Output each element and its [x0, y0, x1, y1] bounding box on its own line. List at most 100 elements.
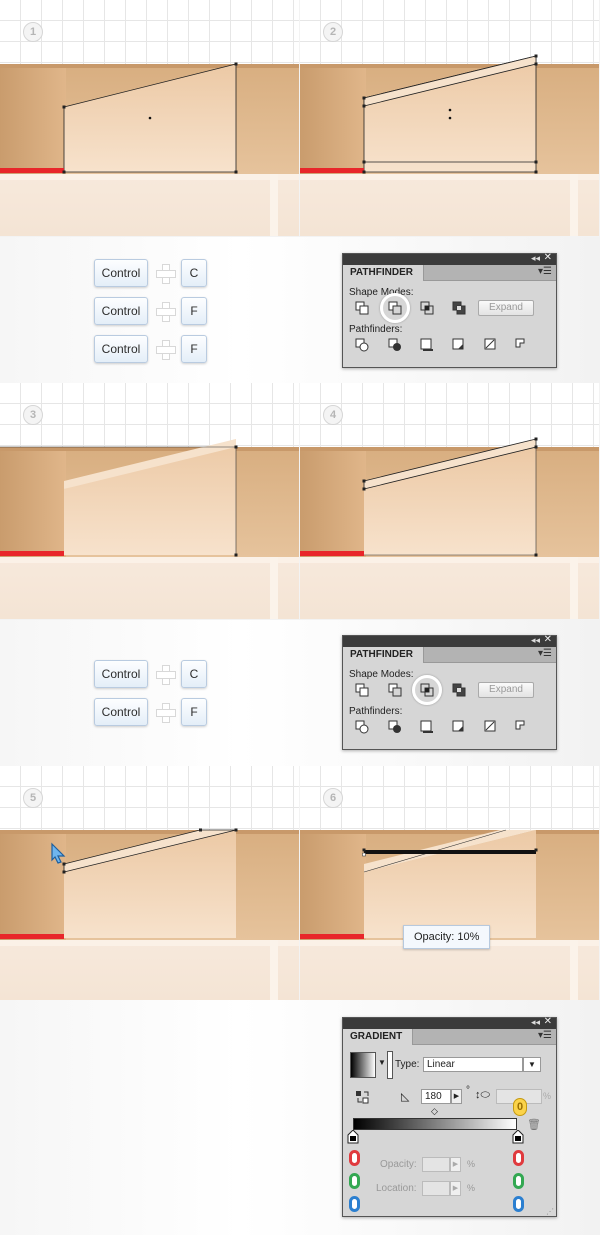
letter-key: C — [181, 660, 207, 688]
gradient-stop-right[interactable] — [512, 1130, 524, 1144]
collapse-icon[interactable]: ◂◂ — [531, 1017, 540, 1028]
midpoint-diamond-icon[interactable]: ◇ — [431, 1106, 438, 1117]
panel-menu-icon[interactable]: ▾☰ — [538, 266, 552, 277]
merge-icon[interactable] — [420, 720, 434, 734]
green-zero-marker — [349, 1173, 360, 1189]
degree-symbol: ° — [466, 1085, 470, 1096]
close-icon[interactable]: ✕ — [544, 634, 552, 645]
plus-icon — [156, 703, 176, 723]
letter-key: F — [181, 335, 207, 363]
intersect-icon[interactable] — [420, 301, 434, 315]
plus-icon — [156, 264, 176, 284]
opacity-input — [422, 1157, 450, 1172]
panel-titlebar[interactable]: ◂◂ ✕ — [343, 634, 556, 647]
step-1-canvas: 1 — [0, 0, 299, 236]
step-6-canvas: Opacity: 10% 6 — [300, 766, 599, 1002]
resize-grip-icon[interactable]: ⋰ — [546, 1207, 554, 1216]
collapse-icon[interactable]: ◂◂ — [531, 635, 540, 646]
panel-tab-row: GRADIENT ▾☰ — [343, 1029, 556, 1045]
blue-zero-marker — [349, 1196, 360, 1212]
merge-icon[interactable] — [420, 338, 434, 352]
crop-icon[interactable] — [452, 720, 466, 734]
pathfinder-tab[interactable]: PATHFINDER — [343, 265, 424, 281]
opacity-percent: % — [467, 1159, 476, 1169]
step-number-badge: 1 — [23, 22, 43, 42]
type-label: Type: — [395, 1059, 420, 1070]
minus-back-icon[interactable] — [515, 720, 529, 734]
crop-icon[interactable] — [452, 338, 466, 352]
location-label: Location: — [376, 1183, 417, 1194]
unite-icon[interactable] — [355, 683, 369, 697]
aspect-ratio-marker: 0 — [513, 1098, 527, 1116]
control-key: Control — [94, 698, 148, 726]
letter-key: F — [181, 297, 207, 325]
letter-key: C — [181, 259, 207, 287]
step-number-badge: 6 — [323, 788, 343, 808]
location-percent: % — [467, 1183, 476, 1193]
red-zero-marker — [349, 1150, 360, 1166]
control-key: Control — [94, 259, 148, 287]
opacity-tooltip: Opacity: 10% — [403, 925, 491, 949]
step-3-canvas: 3 — [0, 383, 299, 619]
outline-icon[interactable] — [484, 338, 498, 352]
step-4-canvas: 4 — [300, 383, 599, 619]
exclude-icon[interactable] — [452, 301, 466, 315]
step-number-badge: 4 — [323, 405, 343, 425]
control-key: Control — [94, 660, 148, 688]
pathfinder-tab[interactable]: PATHFINDER — [343, 647, 424, 663]
instruction-band-3: ◂◂ ✕ GRADIENT ▾☰ ▼ Type: Linear ▼ ◺ 180 … — [0, 1000, 600, 1235]
gradient-tab[interactable]: GRADIENT — [343, 1029, 414, 1045]
pathfinder-panel: ◂◂ ✕ PATHFINDER ▾☰ Shape Modes: Expand P… — [342, 252, 557, 368]
close-icon[interactable]: ✕ — [544, 252, 552, 263]
angle-input[interactable]: 180 — [421, 1089, 451, 1104]
gradient-slider[interactable] — [353, 1118, 517, 1130]
unite-icon[interactable] — [355, 301, 369, 315]
delete-stop-icon[interactable]: 🗑 — [527, 1118, 541, 1131]
trim-icon[interactable] — [388, 338, 402, 352]
red-zero-marker — [513, 1150, 524, 1166]
instruction-band-1: Control C Control F Control F ◂◂ ✕ PATHF… — [0, 237, 600, 383]
minus-back-icon[interactable] — [515, 338, 529, 352]
opacity-spinner: ▶ — [450, 1157, 461, 1172]
instruction-band-2: Control C Control F ◂◂ ✕ PATHFINDER ▾☰ S… — [0, 620, 600, 766]
intersect-icon[interactable] — [420, 683, 434, 697]
divide-icon[interactable] — [355, 720, 369, 734]
angle-spinner[interactable]: ▶ — [451, 1089, 462, 1104]
expand-button[interactable]: Expand — [478, 682, 534, 698]
minus-front-icon[interactable] — [388, 301, 402, 315]
step-number-badge: 3 — [23, 405, 43, 425]
reverse-gradient-icon[interactable] — [355, 1090, 369, 1104]
direct-selection-cursor-icon — [51, 842, 66, 864]
panel-titlebar[interactable]: ◂◂ ✕ — [343, 1016, 556, 1029]
divide-icon[interactable] — [355, 338, 369, 352]
gradient-type-select[interactable]: Linear — [423, 1057, 523, 1072]
plus-icon — [156, 340, 176, 360]
swatch-dropdown-icon[interactable]: ▼ — [378, 1058, 386, 1067]
exclude-icon[interactable] — [452, 683, 466, 697]
shape-modes-label: Shape Modes: — [349, 669, 414, 680]
plus-icon — [156, 302, 176, 322]
step-number-badge: 2 — [323, 22, 343, 42]
location-input — [422, 1181, 450, 1196]
location-spinner: ▶ — [450, 1181, 461, 1196]
panel-titlebar[interactable]: ◂◂ ✕ — [343, 252, 556, 265]
pathfinders-label: Pathfinders: — [349, 706, 403, 717]
gradient-swatch[interactable] — [350, 1052, 376, 1078]
close-icon[interactable]: ✕ — [544, 1016, 552, 1027]
gradient-panel: ◂◂ ✕ GRADIENT ▾☰ ▼ Type: Linear ▼ ◺ 180 … — [342, 1016, 557, 1217]
minus-front-icon[interactable] — [388, 683, 402, 697]
panel-menu-icon[interactable]: ▾☰ — [538, 1030, 552, 1041]
step-number-badge: 5 — [23, 788, 43, 808]
collapse-icon[interactable]: ◂◂ — [531, 253, 540, 264]
panel-tab-row: PATHFINDER ▾☰ — [343, 265, 556, 281]
gradient-stop-left[interactable] — [347, 1130, 359, 1144]
trim-icon[interactable] — [388, 720, 402, 734]
panel-menu-icon[interactable]: ▾☰ — [538, 648, 552, 659]
opacity-label: Opacity: — [380, 1159, 417, 1170]
fill-stroke-indicator[interactable] — [387, 1051, 393, 1079]
green-zero-marker — [513, 1173, 524, 1189]
outline-icon[interactable] — [484, 720, 498, 734]
expand-button[interactable]: Expand — [478, 300, 534, 316]
step-5-canvas: 5 — [0, 766, 299, 1002]
type-dropdown-button[interactable]: ▼ — [523, 1057, 541, 1072]
